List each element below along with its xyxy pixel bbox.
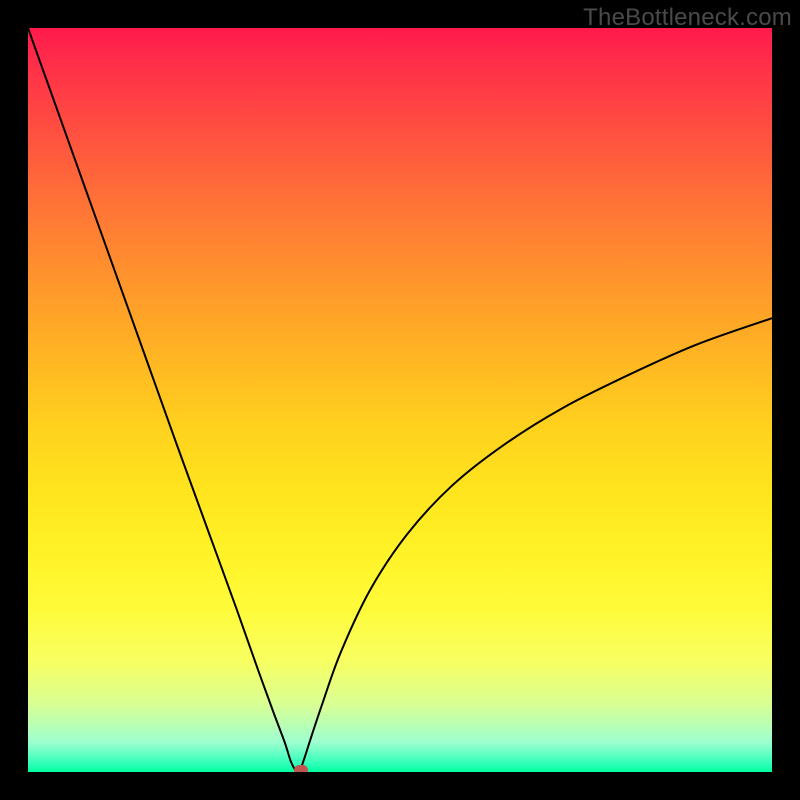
bottleneck-curve xyxy=(28,28,772,772)
chart-frame: TheBottleneck.com xyxy=(0,0,800,800)
plot-area xyxy=(28,28,772,772)
watermark-text: TheBottleneck.com xyxy=(583,4,792,32)
curve-svg xyxy=(28,28,772,772)
optimum-marker xyxy=(294,765,308,772)
